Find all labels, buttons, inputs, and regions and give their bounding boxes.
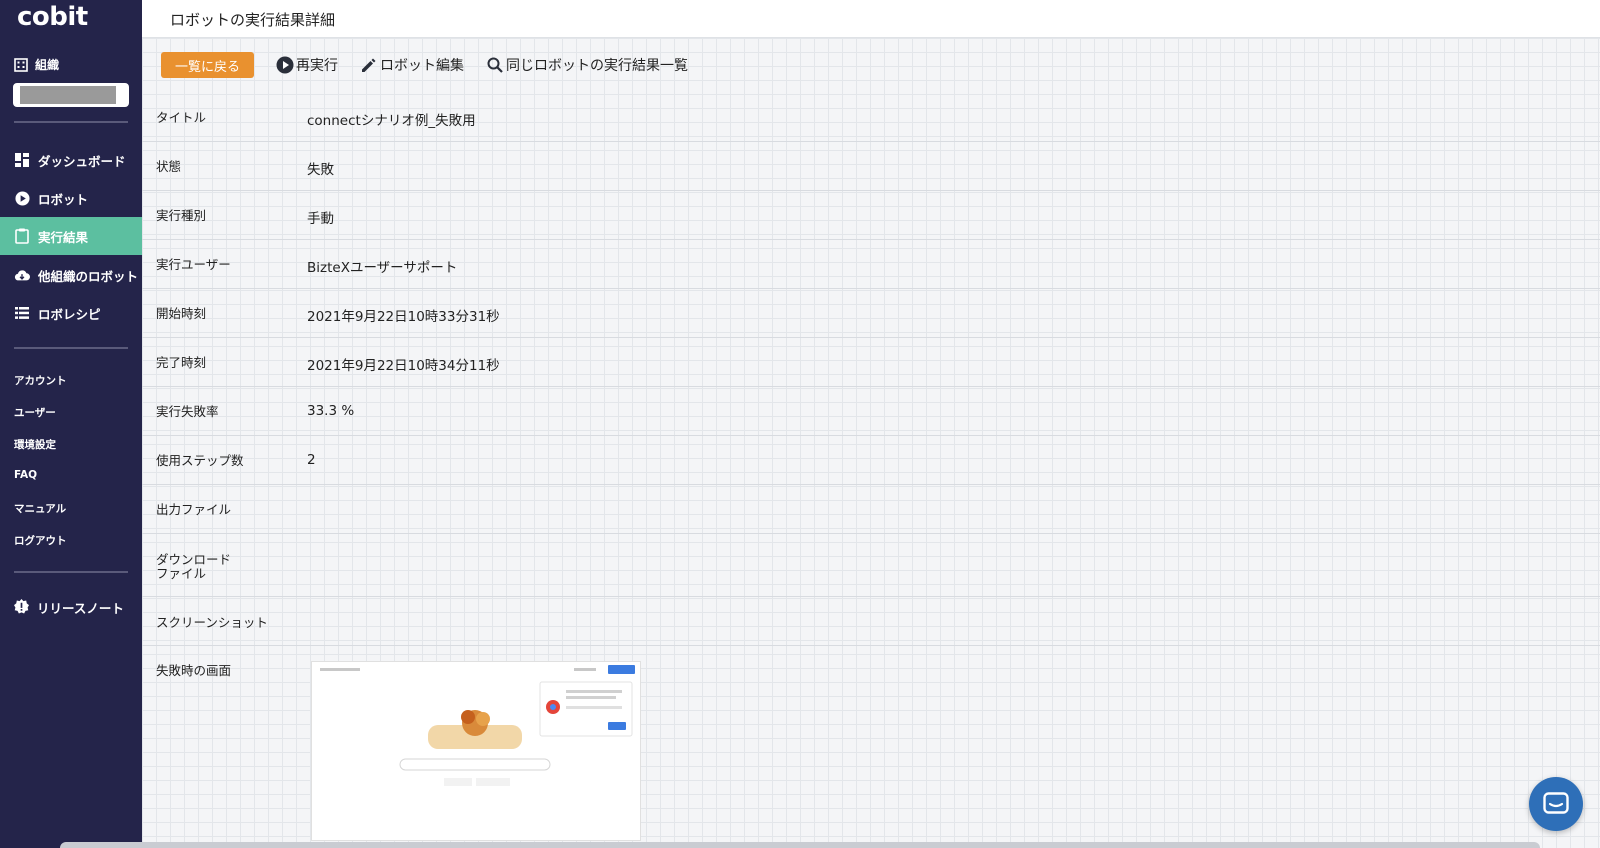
bottom-edge-bar [60,842,1540,848]
failure-screenshot[interactable] [311,661,641,841]
table-row: タイトル connectシナリオ例_失敗用 [142,93,1600,142]
sidebar-item-other-org-robots[interactable]: 他組織のロボット [0,256,142,294]
page-title: ロボットの実行結果詳細 [170,11,336,29]
alert-badge-icon [14,598,29,617]
sidebar-item-settings[interactable]: 環境設定 [14,437,56,452]
status-value: 失敗 [307,162,334,178]
row-label: スクリーンショット [156,615,268,630]
table-row: 実行ユーザー BizteXユーザーサポート [142,240,1600,289]
row-label: 完了時刻 [156,355,207,370]
sidebar-item-logout[interactable]: ログアウト [14,533,67,548]
chat-icon [1543,792,1569,814]
table-row: 出力ファイル [142,485,1600,534]
sidebar-item-label: ロボット [38,191,89,207]
play-circle-icon [14,190,30,206]
app-logo[interactable]: cobit [17,2,88,32]
sidebar-item-robo-recipe[interactable]: ロボレシピ [0,294,142,332]
row-value: 2 [307,452,316,468]
sidebar-item-label: 他組織のロボット [38,268,139,284]
back-to-list-button[interactable]: 一覧に戻る [161,52,255,78]
edit-robot-label: ロボット編集 [380,58,465,74]
sidebar-item-account[interactable]: アカウント [14,373,67,388]
org-select[interactable] [13,83,129,107]
row-value: 2021年9月22日10時33分31秒 [307,309,500,325]
search-icon [487,57,503,73]
sidebar-item-users[interactable]: ユーザー [14,405,56,420]
same-robot-results-label: 同じロボットの実行結果一覧 [506,58,689,74]
table-row: スクリーンショット [142,597,1600,646]
row-label: 実行失敗率 [156,404,219,419]
table-row: 実行種別 手動 [142,191,1600,240]
row-label: 開始時刻 [156,306,207,321]
row-label: ダウンロードファイル [156,552,232,581]
dashboard-icon [14,152,30,168]
table-row: 完了時刻 2021年9月22日10時34分11秒 [142,338,1600,387]
row-value: 2021年9月22日10時34分11秒 [307,358,500,374]
row-label: 状態 [156,159,182,174]
row-label: 使用ステップ数 [156,453,244,468]
table-row: 使用ステップ数 2 [142,436,1600,485]
divider [14,571,128,573]
sidebar: cobit 組織 ダッシュボード ロボット 実行結果 他組織のロボット ロボレシ… [0,0,142,848]
list-icon [14,305,30,321]
rerun-label: 再実行 [296,58,339,74]
row-value: BizteXユーザーサポート [307,260,458,276]
failure-screenshot-image [312,662,640,840]
table-row: 実行失敗率 33.3 % [142,387,1600,436]
table-row: 開始時刻 2021年9月22日10時33分31秒 [142,289,1600,338]
org-label: 組織 [14,56,59,73]
row-value: connectシナリオ例_失敗用 [307,113,476,129]
table-row: 状態 失敗 [142,142,1600,191]
sidebar-item-faq[interactable]: FAQ [14,469,37,481]
main-content: 一覧に戻る 再実行 ロボット編集 同じロボットの実行結果一覧 タイトル conn… [142,38,1600,848]
table-row: ダウンロードファイル [142,534,1600,597]
divider [14,121,128,123]
building-icon [14,57,28,72]
row-label: 失敗時の画面 [156,663,232,678]
sidebar-item-label: 実行結果 [38,229,89,245]
sidebar-item-release-notes[interactable]: リリースノート [14,598,124,617]
toolbar: 一覧に戻る 再実行 ロボット編集 同じロボットの実行結果一覧 [161,52,688,78]
pencil-icon [362,58,376,72]
rerun-button[interactable]: 再実行 [276,55,338,75]
sidebar-item-dashboard[interactable]: ダッシュボード [0,141,142,179]
sidebar-item-label: ロボレシピ [38,306,101,322]
sidebar-item-label: リリースノート [37,601,124,616]
row-label: 実行種別 [156,208,207,223]
sidebar-item-label: ダッシュボード [38,153,126,169]
edit-robot-button[interactable]: ロボット編集 [360,55,464,75]
divider [14,347,128,349]
row-label: 実行ユーザー [156,257,231,272]
row-label: タイトル [156,110,207,125]
sidebar-item-results[interactable]: 実行結果 [0,217,142,255]
chat-support-button[interactable] [1529,777,1583,831]
play-circle-icon [276,56,294,74]
header: ロボットの実行結果詳細 [142,0,1600,38]
sidebar-item-robot[interactable]: ロボット [0,179,142,217]
cloud-download-icon [14,267,30,283]
org-label-text: 組織 [35,58,60,72]
clipboard-icon [14,228,30,244]
same-robot-results-button[interactable]: 同じロボットの実行結果一覧 [486,55,688,75]
row-label: 出力ファイル [156,502,232,517]
row-value: 33.3 % [307,403,355,419]
row-value: 手動 [307,211,334,227]
org-select-value [20,86,116,104]
sidebar-item-manual[interactable]: マニュアル [14,501,66,516]
